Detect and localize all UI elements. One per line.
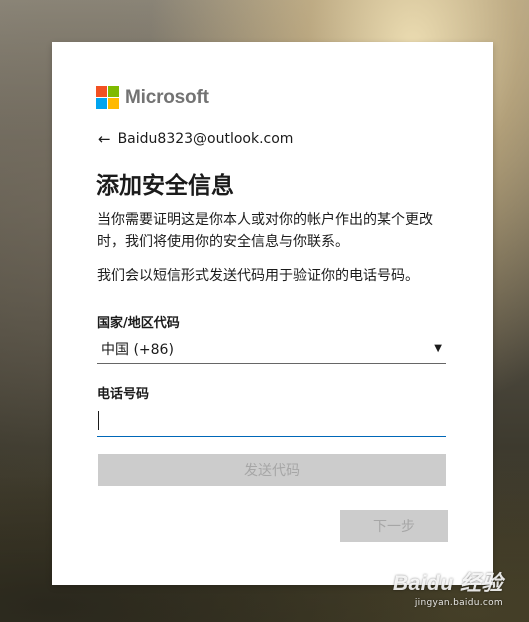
next-button[interactable]: 下一步	[340, 510, 448, 542]
logo-square-blue	[96, 98, 107, 109]
account-email: Baidu8323@outlook.com	[117, 131, 294, 147]
microsoft-logo-icon	[96, 86, 119, 109]
country-code-select[interactable]: 中国 (+86) ▼	[97, 334, 446, 364]
logo-square-green	[108, 86, 119, 97]
account-identity: ← Baidu8323@outlook.com	[98, 130, 293, 148]
page-description: 当你需要证明这是你本人或对你的帐户作出的某个更改时，我们将使用你的安全信息与你联…	[97, 212, 433, 250]
country-code-value: 中国 (+86)	[101, 341, 174, 358]
back-arrow-icon[interactable]: ←	[98, 130, 111, 148]
send-code-button[interactable]: 发送代码	[98, 454, 446, 486]
logo-text: Microsoft	[125, 86, 209, 108]
signin-card: Microsoft ← Baidu8323@outlook.com 添加安全信息…	[52, 42, 493, 585]
sms-note: 我们会以短信形式发送代码用于验证你的电话号码。	[97, 268, 419, 284]
watermark-url: jingyan.baidu.com	[414, 598, 503, 608]
watermark-logo: Baidu 经验	[392, 572, 503, 595]
phone-number-label: 电话号码	[97, 387, 150, 402]
country-code-label: 国家/地区代码	[97, 316, 180, 331]
text-cursor	[98, 411, 99, 430]
baidu-watermark: Baidu 经验 jingyan.baidu.com	[393, 567, 503, 608]
microsoft-logo: Microsoft	[96, 86, 209, 109]
logo-square-yellow	[108, 98, 119, 109]
phone-number-input[interactable]	[97, 404, 446, 437]
page-title: 添加安全信息	[96, 173, 234, 199]
logo-square-red	[96, 86, 107, 97]
caret-down-icon: ▼	[434, 343, 442, 354]
